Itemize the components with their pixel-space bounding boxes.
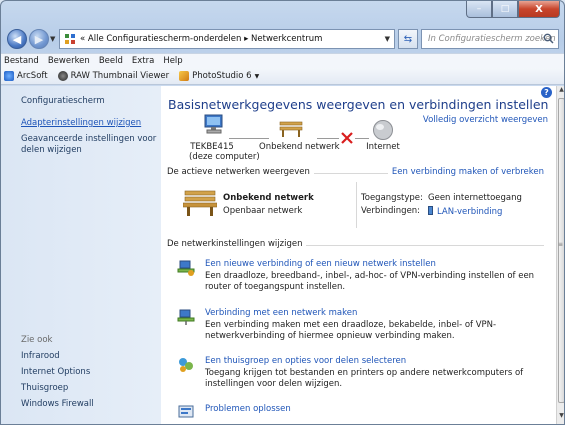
bench-icon[interactable] (278, 120, 304, 138)
left-navigation-pane: Configuratiescherm Adapterinstellingen w… (1, 86, 161, 424)
main-content: ? Basisnetwerkgegevens weergeven en verb… (161, 86, 556, 424)
control-panel-home-link[interactable]: Configuratiescherm (21, 96, 105, 107)
network-connect-icon (177, 309, 195, 325)
connect-disconnect-link[interactable]: Een verbinding maken of verbreken (387, 167, 544, 177)
network-setup-icon (177, 260, 195, 276)
toolbar-photostudio[interactable]: PhotoStudio 6 ▼ (179, 71, 259, 81)
see-also-heading: Zie ook (21, 335, 53, 345)
see-also-internet-options-link[interactable]: Internet Options (21, 367, 90, 378)
toolbar-raw-thumbnail-viewer[interactable]: RAW Thumbnail Viewer (57, 71, 169, 81)
vertical-scrollbar[interactable]: ▲ ≡ ▼ (556, 86, 564, 424)
connect-network-link[interactable]: Verbinding met een netwerk maken (205, 308, 357, 318)
menu-bewerken[interactable]: Bewerken (48, 56, 90, 66)
homegroup-icon (179, 358, 193, 372)
map-connector-2 (317, 138, 339, 139)
scrollbar-thumb[interactable] (558, 98, 564, 403)
page-title: Basisnetwerkgegevens weergeven en verbin… (168, 97, 549, 112)
minimize-button[interactable]: – (466, 1, 492, 18)
advanced-sharing-link-line2[interactable]: delen wijzigen (21, 145, 82, 156)
troubleshoot-link[interactable]: Problemen oplossen (205, 404, 291, 414)
toolbar: ArcSoft RAW Thumbnail Viewer PhotoStudio… (1, 68, 564, 85)
network-adapter-icon (428, 206, 433, 215)
forward-button[interactable]: ▶ (29, 29, 49, 49)
search-icon[interactable] (543, 33, 554, 44)
control-panel-icon (65, 34, 75, 44)
menu-bar: Bestand Bewerken Beeld Extra Help (1, 53, 564, 68)
troubleshoot-icon (178, 405, 194, 418)
network-bench-icon (183, 190, 217, 216)
search-input[interactable]: In Configuratiescherm zoeken (421, 29, 559, 49)
scroll-up-arrow[interactable]: ▲ (557, 86, 564, 96)
network-name: Onbekend netwerk (223, 193, 314, 203)
scroll-down-arrow[interactable]: ▼ (557, 412, 564, 422)
address-dropdown-icon[interactable]: ▼ (385, 35, 390, 43)
network-type-link[interactable]: Openbaar netwerk (223, 206, 302, 216)
internet-globe-icon[interactable] (372, 119, 394, 141)
homegroup-description: Toegang krijgen tot bestanden en printer… (205, 368, 524, 389)
toolbar-arcsoft[interactable]: ArcSoft (4, 71, 48, 81)
menu-help[interactable]: Help (163, 56, 182, 66)
address-bar[interactable]: « Alle Configuratiescherm-onderdelen ▸ N… (59, 29, 395, 49)
back-button[interactable]: ◀ (7, 29, 27, 49)
connect-network-description: Een verbinding maken met een draadloze, … (205, 320, 497, 341)
search-placeholder: In Configuratiescherm zoeken (428, 34, 556, 44)
map-connector-3 (355, 138, 369, 139)
menu-extra[interactable]: Extra (132, 56, 154, 66)
full-map-link[interactable]: Volledig overzicht weergeven (423, 115, 548, 125)
photostudio-icon (179, 71, 190, 81)
menu-bestand[interactable]: Bestand (4, 56, 39, 66)
map-internet-label: Internet (366, 142, 400, 152)
recent-pages-dropdown[interactable]: ▼ (50, 35, 55, 43)
new-connection-link[interactable]: Een nieuwe verbinding of een nieuw netwe… (205, 259, 436, 269)
map-connector-1 (229, 138, 269, 139)
advanced-sharing-link-line1[interactable]: Geavanceerde instellingen voor (21, 134, 156, 145)
see-also-windows-firewall-link[interactable]: Windows Firewall (21, 399, 94, 410)
no-connection-icon (341, 132, 353, 144)
access-type-label: Toegangstype: (361, 193, 423, 203)
camera-icon (57, 71, 68, 81)
lan-connection-link[interactable]: LAN-verbinding (428, 206, 502, 217)
change-adapter-settings-link[interactable]: Adapterinstellingen wijzigen (21, 118, 141, 129)
computer-icon[interactable] (203, 114, 225, 136)
network-details-separator (356, 182, 357, 228)
arcsoft-icon (4, 71, 14, 81)
map-network-label: Onbekend netwerk (259, 142, 340, 152)
map-computer-label: TEKBE415 (deze computer) (189, 142, 260, 162)
explorer-window: – □ X ◀ ▶ ▼ « Alle Configuratiescherm-on… (0, 0, 565, 425)
active-networks-heading: De actieve netwerken weergeven (167, 167, 314, 177)
change-settings-heading: De netwerkinstellingen wijzigen (167, 239, 307, 249)
address-path: « Alle Configuratiescherm-onderdelen ▸ N… (80, 34, 323, 44)
connections-label: Verbindingen: (361, 206, 421, 216)
access-type-value: Geen internettoegang (428, 193, 522, 203)
close-button[interactable]: X (518, 1, 560, 18)
scrollbar-grip-icon: ≡ (558, 241, 564, 248)
refresh-button[interactable]: ⇆ (398, 29, 418, 49)
maximize-button[interactable]: □ (492, 1, 518, 18)
caption-buttons: – □ X (466, 1, 560, 18)
see-also-infrared-link[interactable]: Infrarood (21, 351, 60, 362)
menu-beeld[interactable]: Beeld (99, 56, 123, 66)
navigation-bar: ◀ ▶ ▼ « Alle Configuratiescherm-onderdel… (1, 27, 564, 53)
see-also-homegroup-link[interactable]: Thuisgroep (21, 383, 68, 394)
new-connection-description: Een draadloze, breedband-, inbel-, ad-ho… (205, 271, 535, 292)
homegroup-link[interactable]: Een thuisgroep en opties voor delen sele… (205, 356, 406, 366)
refresh-icon: ⇆ (403, 33, 413, 45)
chevron-down-icon[interactable]: ▼ (255, 73, 260, 80)
